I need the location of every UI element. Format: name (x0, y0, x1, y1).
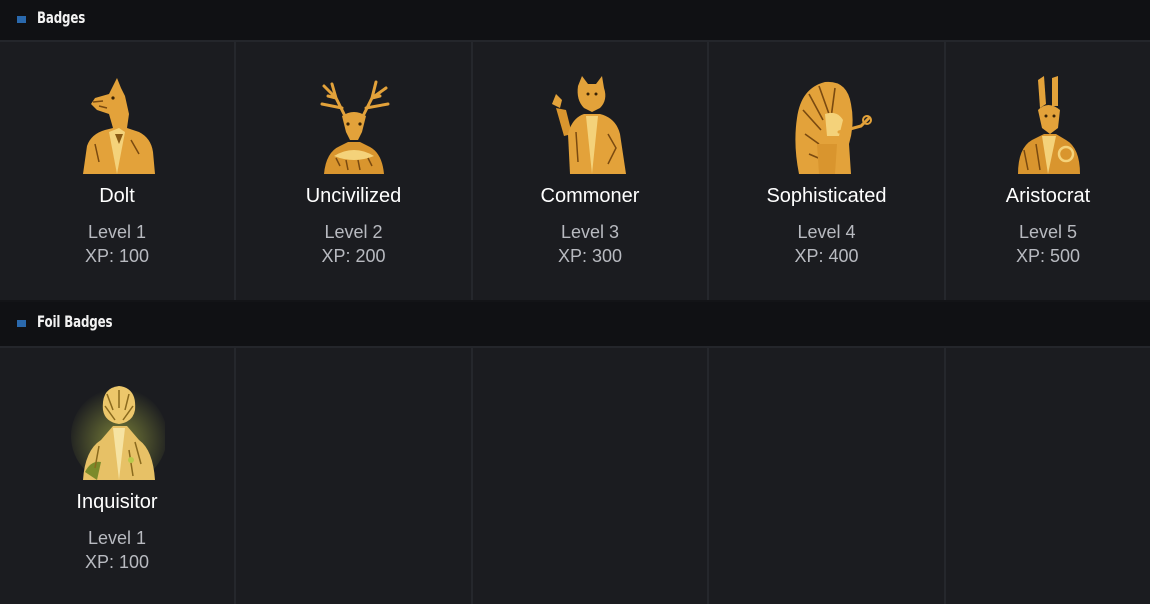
section-marker (17, 320, 26, 327)
empty-badge-slot (709, 348, 946, 604)
badge-xp: XP: 300 (557, 246, 623, 266)
cat-in-suit-icon (552, 76, 626, 174)
llama-in-suit-icon (83, 78, 155, 174)
badges-section-header: Badges (0, 0, 1150, 42)
empty-badge-slot (473, 348, 709, 604)
badge-xp: XP: 100 (84, 246, 150, 266)
section-marker (17, 16, 26, 23)
badge-xp: XP: 100 (84, 552, 150, 572)
section-title: Badges (37, 8, 86, 27)
section-title: Foil Badges (37, 312, 113, 331)
badge-name: Sophisticated (766, 185, 887, 207)
foil-badges-grid: Inquisitor Level 1 XP: 100 (0, 348, 1150, 604)
badge-level: Level 2 (324, 222, 383, 242)
badge-name: Aristocrat (1005, 185, 1091, 207)
badge-card-aristocrat[interactable]: Aristocrat Level 5 XP: 500 (946, 42, 1150, 300)
badge-name: Uncivilized (305, 185, 402, 207)
badge-name: Commoner (540, 185, 640, 207)
badge-level: Level 1 (87, 222, 147, 242)
badge-xp: XP: 400 (794, 246, 859, 266)
badge-name: Inquisitor (76, 491, 158, 513)
badges-grid: Dolt Level 1 XP: 100 Uncivilized Level 2… (0, 42, 1150, 300)
badge-card-inquisitor[interactable]: Inquisitor Level 1 XP: 100 (0, 348, 236, 604)
badge-level: Level 5 (1018, 222, 1078, 242)
hare-with-monocle-icon (1018, 76, 1080, 174)
badge-card-sophisticated[interactable]: Sophisticated Level 4 XP: 400 (709, 42, 946, 300)
badge-name: Dolt (99, 185, 135, 207)
empty-badge-slot (236, 348, 473, 604)
badge-xp: XP: 500 (1015, 246, 1081, 266)
badge-level: Level 4 (797, 222, 856, 242)
lion-with-pipe-icon (794, 81, 872, 174)
badge-card-commoner[interactable]: Commoner Level 3 XP: 300 (473, 42, 709, 300)
badge-level: Level 1 (87, 528, 147, 548)
badge-level: Level 3 (560, 222, 620, 242)
empty-badge-slot (946, 348, 1150, 604)
badge-card-dolt[interactable]: Dolt Level 1 XP: 100 (0, 42, 236, 300)
badge-card-uncivilized[interactable]: Uncivilized Level 2 XP: 200 (236, 42, 473, 300)
foil-lion-in-coat-icon (71, 386, 165, 480)
stag-in-ruffled-collar-icon (320, 80, 389, 174)
badges-page: Badges Dolt Level 1 XP: 100 Uncivilized … (0, 0, 1150, 604)
foil-badges-section-header: Foil Badges (0, 302, 1150, 348)
badge-xp: XP: 200 (321, 246, 386, 266)
